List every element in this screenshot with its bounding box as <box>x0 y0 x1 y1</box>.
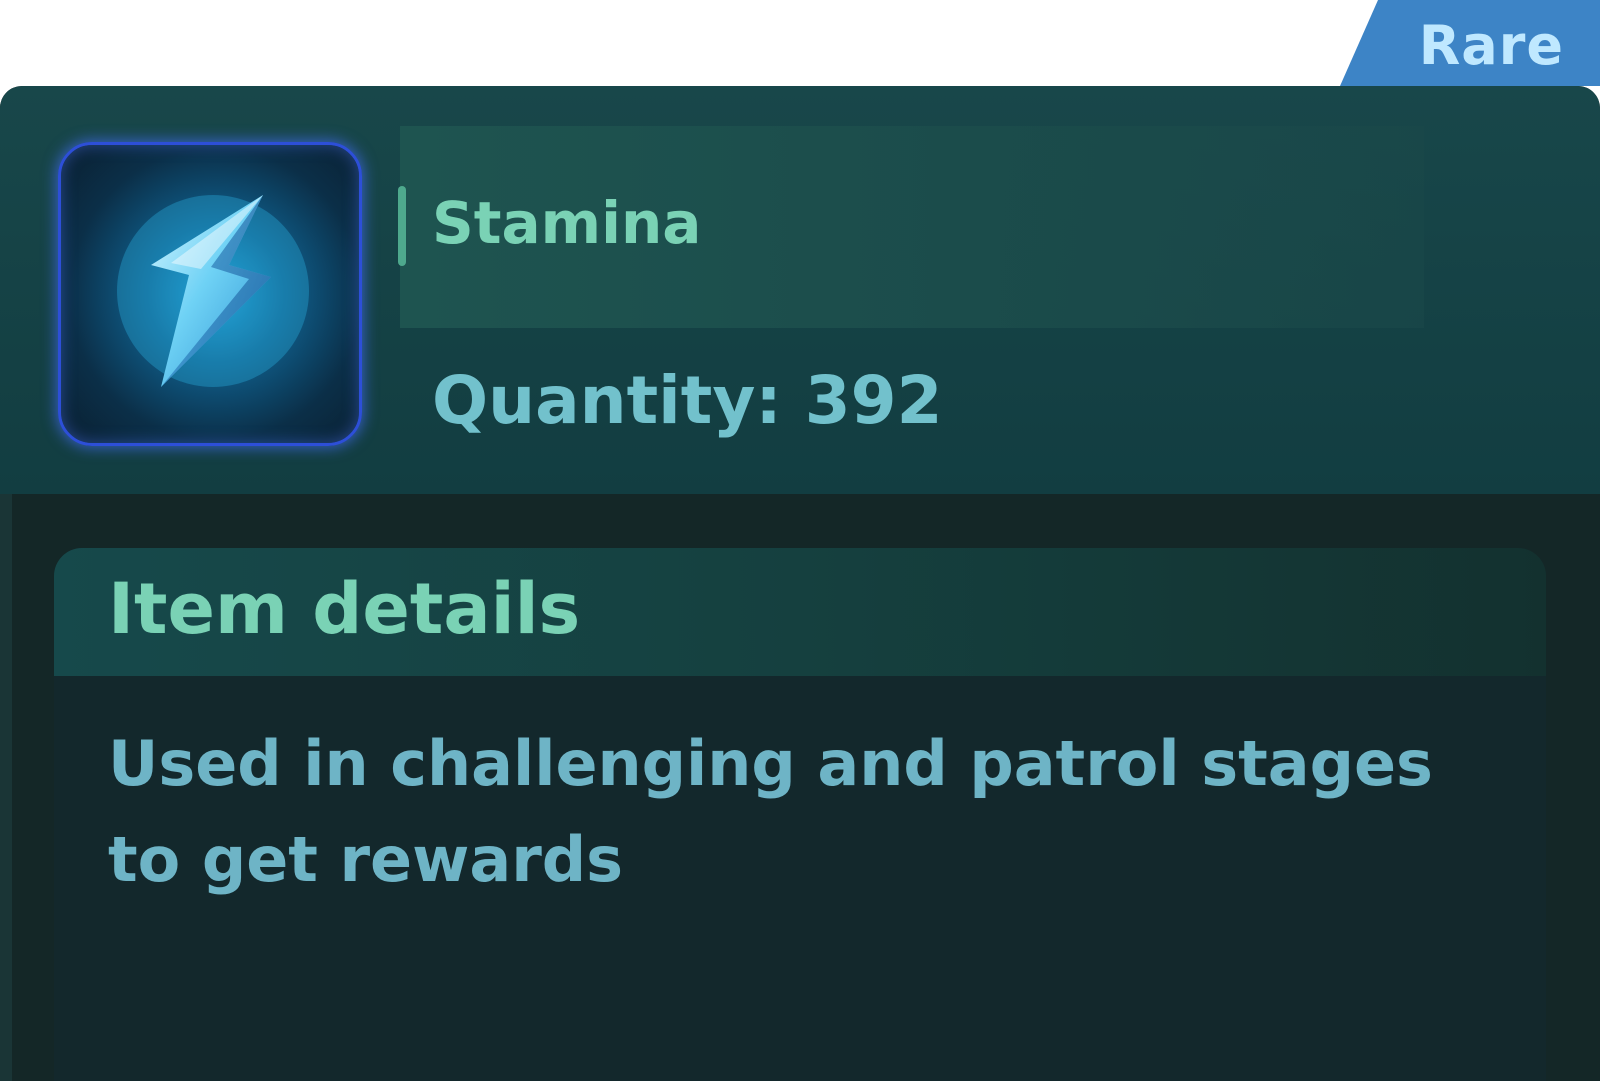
item-details-card: Item details Used in challenging and pat… <box>54 548 1546 1081</box>
item-icon-frame <box>58 142 362 446</box>
rarity-badge: Rare <box>1340 0 1600 86</box>
name-accent-bar <box>398 186 406 266</box>
item-header: Stamina Quantity: 392 <box>0 86 1600 494</box>
item-quantity: Quantity: 392 <box>432 368 943 434</box>
lightning-bolt-icon <box>117 195 309 387</box>
item-name: Stamina <box>432 189 702 257</box>
item-details-header: Item details <box>54 548 1546 676</box>
item-details-title: Item details <box>108 568 581 650</box>
quantity-label: Quantity: <box>432 362 782 439</box>
quantity-value: 392 <box>804 362 943 439</box>
item-tooltip-panel: Stamina Quantity: 392 Item details Used … <box>0 86 1600 1081</box>
item-description: Used in challenging and patrol stages to… <box>108 727 1433 896</box>
rarity-label: Rare <box>1418 14 1564 77</box>
